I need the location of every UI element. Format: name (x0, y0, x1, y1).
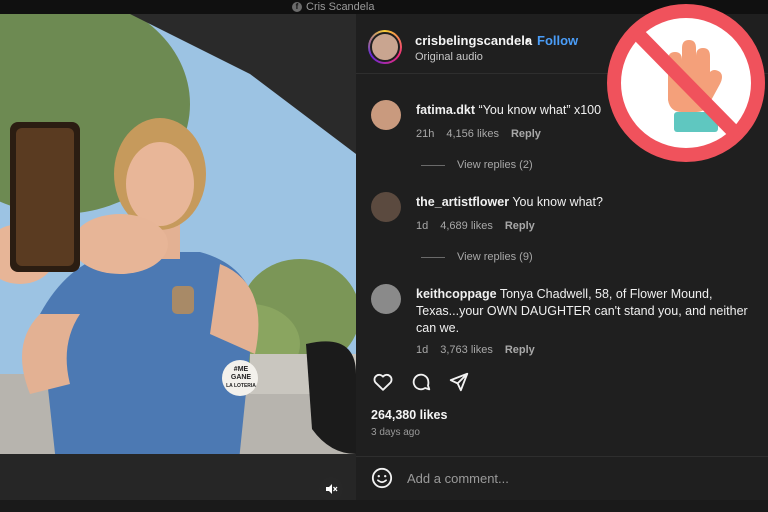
author-username[interactable]: crisbelingscandela (415, 33, 532, 48)
post-date: 3 days ago (371, 427, 420, 438)
comment-text: the_artistflower You know what? (416, 194, 761, 211)
send-icon[interactable] (448, 371, 470, 393)
comment-time: 21h (416, 128, 435, 140)
prohibited-hand-icon (604, 2, 768, 164)
comment-body: You know what? (512, 195, 603, 209)
replies-divider (421, 256, 445, 258)
action-bar (372, 371, 470, 393)
comment-icon[interactable] (410, 371, 432, 393)
view-replies-label: View replies (2) (457, 159, 533, 171)
view-replies-button[interactable]: View replies (2) (421, 159, 533, 171)
commenter-avatar[interactable] (371, 284, 401, 314)
comment-meta: 21h 4,156 likes Reply (416, 128, 541, 140)
comment-username[interactable]: keithcoppage (416, 287, 497, 301)
replies-divider (421, 164, 445, 166)
commenter-avatar[interactable] (371, 100, 401, 130)
mute-button[interactable] (319, 477, 343, 500)
comment-time: 1d (416, 220, 429, 232)
likes-count[interactable]: 264,380 likes (371, 408, 447, 422)
badge-line-1: #ME (233, 366, 249, 373)
comment-meta: 1d 4,689 likes Reply (416, 220, 535, 232)
emoji-icon[interactable] (371, 467, 393, 494)
comment-time: 1d (416, 344, 429, 356)
comment-text: keithcoppage Tonya Chadwell, 58, of Flow… (416, 286, 761, 337)
comment-body: “You know what” x100 (478, 103, 602, 117)
view-replies-label: View replies (9) (457, 251, 533, 263)
comment-likes[interactable]: 3,763 likes (440, 344, 493, 356)
author-avatar[interactable] (368, 30, 402, 64)
speaker-muted-icon (326, 484, 338, 494)
comment-username[interactable]: fatima.dkt (416, 103, 475, 117)
comment-likes[interactable]: 4,689 likes (440, 220, 493, 232)
facebook-icon: f (292, 2, 302, 12)
audio-label[interactable]: Original audio (415, 51, 483, 63)
comment-meta: 1d 3,763 likes Reply (416, 344, 535, 356)
watermark-text: Cris Scandela (306, 1, 375, 13)
video-frame (0, 14, 356, 500)
commenter-avatar[interactable] (371, 192, 401, 222)
watermark: f Cris Scandela (292, 0, 374, 14)
view-replies-button[interactable]: View replies (9) (421, 251, 533, 263)
reply-button[interactable]: Reply (505, 220, 535, 232)
add-comment-bar: Add a comment... (356, 456, 768, 500)
separator-dot: • (525, 33, 530, 48)
badge-line-2: GANE (230, 374, 252, 381)
bottom-strip (0, 500, 768, 512)
heart-icon[interactable] (372, 371, 394, 393)
reply-button[interactable]: Reply (511, 128, 541, 140)
comment-username[interactable]: the_artistflower (416, 195, 509, 209)
video-player[interactable]: #ME GANE LA LOTERIA (0, 14, 356, 500)
reply-button[interactable]: Reply (505, 344, 535, 356)
follow-button[interactable]: Follow (537, 33, 578, 48)
add-comment-input[interactable]: Add a comment... (407, 471, 509, 486)
comment-likes[interactable]: 4,156 likes (446, 128, 499, 140)
shirt-badge: #ME GANE LA LOTERIA (226, 366, 256, 390)
badge-line-3: LA LOTERIA (226, 383, 256, 389)
